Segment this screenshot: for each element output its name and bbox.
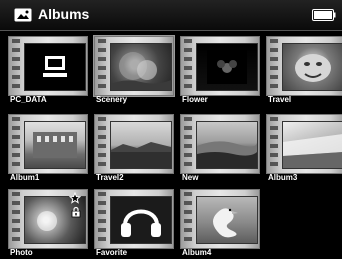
film-sprocket — [98, 192, 106, 246]
coast-photo-icon — [197, 141, 257, 168]
film-sprocket — [184, 117, 192, 171]
album-thumbnail — [282, 43, 342, 91]
film-sprocket — [12, 192, 20, 246]
film-frame — [8, 114, 88, 174]
album-thumbnail — [24, 43, 86, 91]
album-tile-album3[interactable]: Album3 — [266, 114, 342, 184]
album-tile-scenery[interactable]: Scenery — [94, 36, 174, 106]
battery-full-icon — [312, 9, 336, 21]
title-bar: Albums — [0, 0, 342, 31]
film-frame — [8, 36, 88, 96]
film-frame — [180, 189, 260, 249]
album-grid: PC_DATA Scenery Flower Travel Album1 Tra… — [0, 34, 342, 259]
landscape-photo-icon — [111, 142, 171, 168]
album-label: Travel2 — [96, 173, 124, 182]
album-label: Scenery — [96, 95, 128, 104]
album-tile-album4[interactable]: Album4 — [180, 189, 260, 259]
album-tile-pc-data[interactable]: PC_DATA — [8, 36, 88, 106]
film-frame — [94, 36, 174, 96]
album-thumbnail — [110, 121, 172, 169]
album-thumbnail — [282, 121, 342, 169]
computer-icon — [43, 56, 67, 77]
albums-screen: Albums PC_DATA Scenery Flower Travel Alb… — [0, 0, 342, 259]
page-title: Albums — [38, 6, 90, 22]
film-sprocket — [270, 39, 278, 93]
album-tile-travel[interactable]: Travel — [266, 36, 342, 106]
album-thumbnail — [110, 196, 172, 244]
film-sprocket — [98, 117, 106, 171]
photo-album-icon — [14, 8, 32, 22]
album-label: Album1 — [10, 173, 40, 182]
film-sprocket — [270, 117, 278, 171]
album-tile-flower[interactable]: Flower — [180, 36, 260, 106]
album-label: New — [182, 173, 199, 182]
film-sprocket — [12, 39, 20, 93]
travel-photo-icon — [295, 54, 331, 82]
album-tile-photo[interactable]: Photo — [8, 189, 88, 259]
album-thumbnail — [110, 43, 172, 91]
film-sprocket — [98, 39, 106, 93]
lock-icon — [71, 206, 81, 218]
album-label: Flower — [182, 95, 208, 104]
album-label: Travel — [268, 95, 292, 104]
headphones-icon — [121, 209, 161, 237]
film-frame — [94, 189, 174, 249]
album-tile-album1[interactable]: Album1 — [8, 114, 88, 184]
album-thumbnail — [24, 121, 86, 169]
album-label: Favorite — [96, 248, 128, 257]
film-frame — [94, 114, 174, 174]
film-sprocket — [184, 192, 192, 246]
album-tile-travel2[interactable]: Travel2 — [94, 114, 174, 184]
album-label: Album3 — [268, 173, 298, 182]
album-label: Photo — [10, 248, 33, 257]
album-thumbnail — [196, 196, 258, 244]
swan-photo-icon — [213, 208, 238, 238]
album-thumbnail — [196, 43, 258, 91]
building-photo-icon — [33, 132, 77, 158]
film-frame — [180, 114, 260, 174]
film-frame — [8, 189, 88, 249]
album-label: PC_DATA — [10, 95, 47, 104]
album-tile-favorite[interactable]: Favorite — [94, 189, 174, 259]
star-icon — [69, 192, 81, 204]
album-tile-new[interactable]: New — [180, 114, 260, 184]
film-frame — [180, 36, 260, 96]
film-sprocket — [184, 39, 192, 93]
scenery-photo-icon — [111, 52, 171, 90]
album-label: Album4 — [182, 248, 212, 257]
film-frame — [266, 36, 342, 96]
film-sprocket — [12, 117, 20, 171]
ocean-photo-icon — [283, 134, 342, 168]
film-frame — [266, 114, 342, 174]
album-thumbnail — [196, 121, 258, 169]
flower-photo-icon — [207, 50, 247, 84]
